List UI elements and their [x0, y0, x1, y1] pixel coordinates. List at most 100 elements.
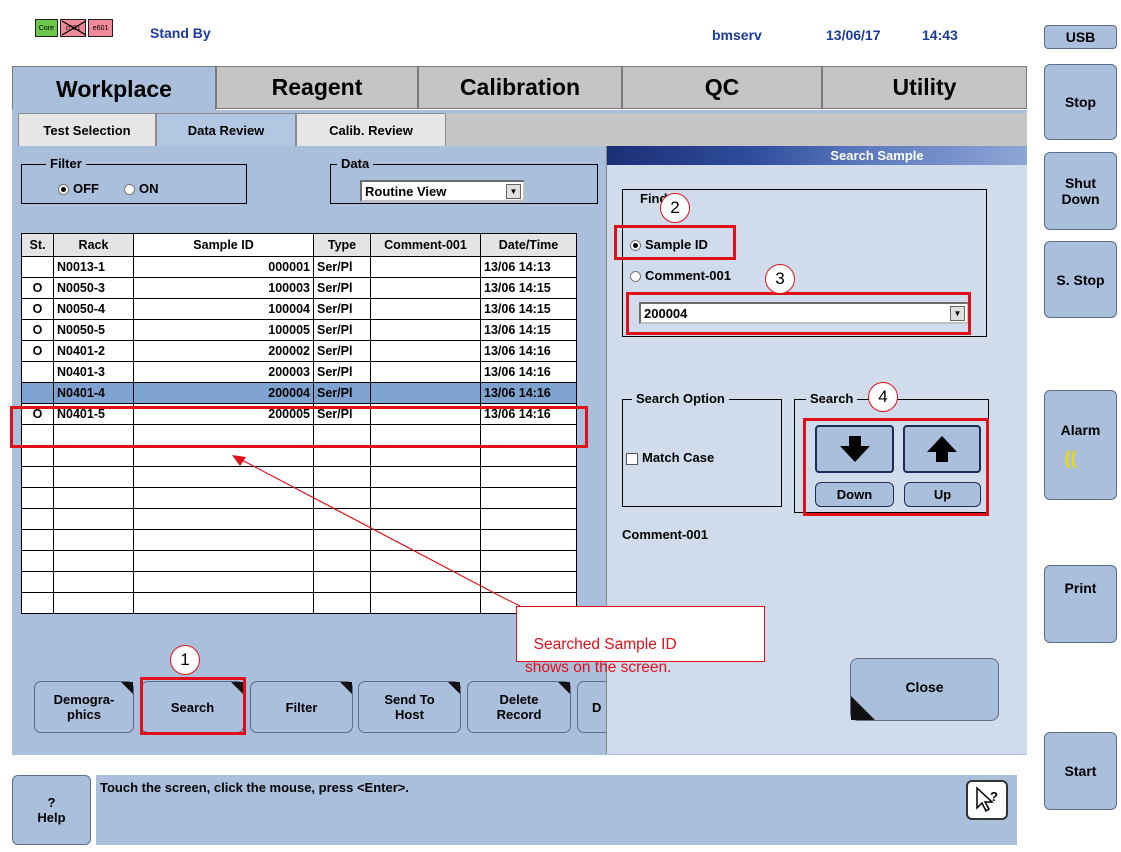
usb-button[interactable]: USB	[1044, 25, 1117, 49]
search-legend: Search	[806, 391, 858, 406]
comment-radio[interactable]: Comment-001	[630, 268, 731, 283]
empty-table-row[interactable]	[21, 508, 577, 530]
table-row[interactable]: O N0401-5 200005 Ser/Pl 13/06 14:16	[21, 403, 577, 425]
stop-button[interactable]: Stop	[1044, 64, 1117, 140]
empty-cell	[21, 550, 54, 572]
help-button[interactable]: ? Help	[12, 775, 91, 845]
empty-cell	[370, 508, 481, 530]
send-to-host-button[interactable]: Send To Host	[358, 681, 461, 733]
help-label: ? Help	[37, 795, 66, 825]
tab-calibration[interactable]: Calibration	[418, 66, 622, 109]
radio-icon	[630, 240, 641, 252]
empty-cell	[133, 592, 314, 614]
chevron-down-icon[interactable]: ▼	[950, 306, 965, 321]
tab-reagent[interactable]: Reagent	[216, 66, 418, 109]
empty-cell	[313, 550, 371, 572]
search-button[interactable]: Search	[141, 681, 244, 733]
filter-off-label: OFF	[73, 181, 99, 196]
s-stop-button[interactable]: S. Stop	[1044, 241, 1117, 318]
empty-cell	[21, 592, 54, 614]
data-view-select[interactable]: Routine View ▼	[360, 180, 525, 202]
empty-cell	[133, 508, 314, 530]
comment-cell	[370, 298, 481, 320]
down-button[interactable]: Down	[815, 482, 894, 507]
sample-id-radio[interactable]: Sample ID	[630, 237, 708, 252]
type-cell: Ser/Pl	[313, 382, 371, 404]
column-header-datetime[interactable]: Date/Time	[480, 233, 577, 257]
tab-workplace[interactable]: Workplace	[12, 66, 216, 112]
type-cell: Ser/Pl	[313, 361, 371, 383]
empty-table-row[interactable]	[21, 529, 577, 551]
context-help-button[interactable]: ?	[966, 780, 1008, 820]
table-row[interactable]: O N0050-4 100004 Ser/Pl 13/06 14:15	[21, 298, 577, 320]
sample-id-cell: 000001	[133, 256, 314, 278]
sample-id-radio-label: Sample ID	[645, 237, 708, 252]
empty-table-row[interactable]	[21, 424, 577, 446]
shut-down-button[interactable]: Shut Down	[1044, 152, 1117, 230]
empty-table-row[interactable]	[21, 550, 577, 572]
print-button[interactable]: Print	[1044, 565, 1117, 643]
demographics-button[interactable]: Demogra- phics	[34, 681, 134, 733]
comment-label: Comment-001	[622, 527, 708, 542]
chevron-down-icon[interactable]: ▼	[506, 184, 521, 199]
datetime-cell: 13/06 14:13	[480, 256, 577, 278]
comment-cell	[370, 319, 481, 341]
tab-utility[interactable]: Utility	[822, 66, 1027, 109]
table-row[interactable]: N0013-1 000001 Ser/Pl 13/06 14:13	[21, 256, 577, 278]
more-button[interactable]: D	[577, 681, 606, 733]
empty-cell	[21, 466, 54, 488]
c501-module-icon: c501	[59, 19, 87, 37]
rack-cell: N0401-2	[53, 340, 134, 362]
arrow-up-icon	[927, 436, 957, 462]
empty-table-row[interactable]	[21, 571, 577, 593]
tab-calib-review[interactable]: Calib. Review	[296, 113, 446, 146]
send-to-host-label: Send To Host	[384, 692, 435, 722]
tab-test-selection[interactable]: Test Selection	[18, 113, 156, 146]
type-cell: Ser/Pl	[313, 277, 371, 299]
empty-cell	[313, 487, 371, 509]
table-row[interactable]: O N0050-3 100003 Ser/Pl 13/06 14:15	[21, 277, 577, 299]
alarm-label: Alarm	[1060, 421, 1101, 438]
table-row[interactable]: O N0401-2 200002 Ser/Pl 13/06 14:16	[21, 340, 577, 362]
rack-cell: N0050-4	[53, 298, 134, 320]
table-row[interactable]: N0401-3 200003 Ser/Pl 13/06 14:16	[21, 361, 577, 383]
empty-table-row[interactable]	[21, 466, 577, 488]
column-header-rack[interactable]: Rack	[53, 233, 134, 257]
column-header-sample-id[interactable]: Sample ID	[133, 233, 314, 257]
close-button[interactable]: Close	[850, 658, 999, 721]
start-button[interactable]: Start	[1044, 732, 1117, 810]
rack-cell: N0050-5	[53, 319, 134, 341]
filter-off-radio[interactable]: OFF	[58, 181, 99, 196]
table-row[interactable]: N0401-4 200004 Ser/Pl 13/06 14:16	[21, 382, 577, 404]
empty-table-row[interactable]	[21, 487, 577, 509]
tab-data-review[interactable]: Data Review	[156, 113, 296, 146]
match-case-checkbox[interactable]: Match Case	[626, 450, 714, 465]
filter-button[interactable]: Filter	[250, 681, 353, 733]
tab-qc[interactable]: QC	[622, 66, 822, 109]
find-value: 200004	[644, 305, 688, 321]
status-cell	[21, 361, 54, 383]
up-button[interactable]: Up	[904, 482, 981, 507]
empty-cell	[133, 550, 314, 572]
search-down-arrow-button[interactable]	[815, 425, 894, 473]
empty-cell	[53, 487, 134, 509]
column-header-comment[interactable]: Comment-001	[370, 233, 481, 257]
type-cell: Ser/Pl	[313, 319, 371, 341]
filter-on-radio[interactable]: ON	[124, 181, 159, 196]
empty-table-row[interactable]	[21, 592, 577, 614]
alarm-button[interactable]: Alarm ((	[1044, 390, 1117, 500]
table-row[interactable]: O N0050-5 100005 Ser/Pl 13/06 14:15	[21, 319, 577, 341]
find-value-select[interactable]: 200004 ▼	[639, 302, 969, 324]
alarm-sound-icon: ((	[1064, 447, 1077, 468]
sample-id-cell: 100003	[133, 277, 314, 299]
column-header-type[interactable]: Type	[313, 233, 371, 257]
datetime-cell: 13/06 14:15	[480, 319, 577, 341]
search-up-arrow-button[interactable]	[903, 425, 981, 473]
delete-record-button[interactable]: Delete Record	[467, 681, 571, 733]
date-display: 13/06/17	[826, 27, 881, 43]
datetime-cell: 13/06 14:16	[480, 382, 577, 404]
empty-cell	[313, 592, 371, 614]
empty-cell	[133, 445, 314, 467]
empty-table-row[interactable]	[21, 445, 577, 467]
column-header-st[interactable]: St.	[21, 233, 54, 257]
